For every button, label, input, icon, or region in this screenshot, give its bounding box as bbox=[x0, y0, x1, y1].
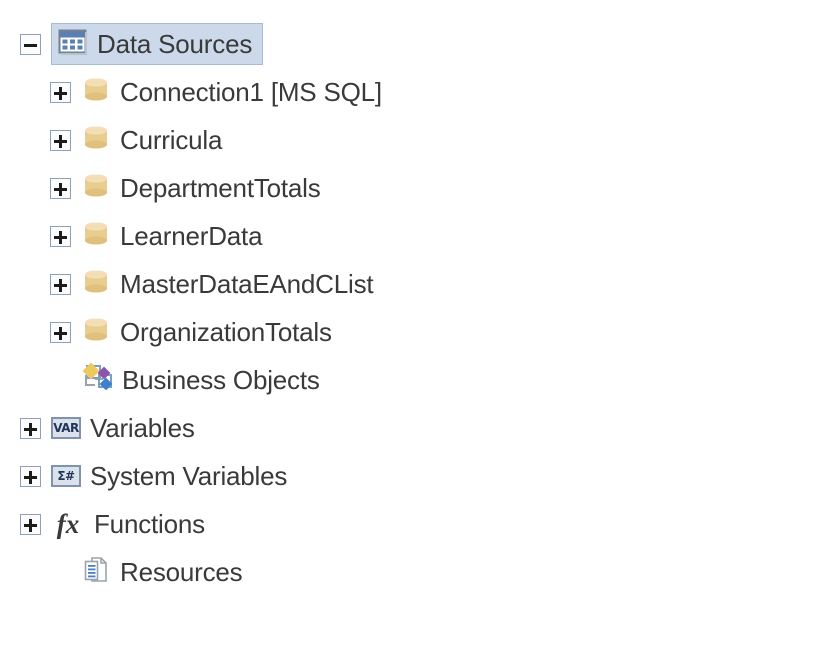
tree-label-masterdataeandclist: MasterDataEAndCList bbox=[120, 269, 374, 299]
tree-label-departmenttotals: DepartmentTotals bbox=[120, 173, 321, 203]
tree-label-learnerdata: LearnerData bbox=[120, 221, 263, 251]
tree-label-connection1: Connection1 [MS SQL] bbox=[120, 77, 382, 107]
tree-row-learnerdata[interactable]: LearnerData bbox=[0, 212, 826, 260]
expand-toggle-departmenttotals[interactable] bbox=[50, 177, 71, 199]
tree-label-business-objects: Business Objects bbox=[122, 365, 320, 395]
var-badge-icon: VAR bbox=[51, 417, 81, 439]
expand-toggle-curricula[interactable] bbox=[50, 129, 71, 151]
tree-label-data-sources: Data Sources bbox=[97, 29, 253, 59]
expand-toggle-connection1[interactable] bbox=[50, 81, 71, 103]
expand-toggle-organizationtotals[interactable] bbox=[50, 321, 71, 343]
expand-toggle-functions[interactable] bbox=[20, 513, 41, 535]
expander-placeholder bbox=[50, 370, 71, 391]
expand-toggle-system-variables[interactable] bbox=[20, 465, 41, 487]
tree-row-variables[interactable]: VAR Variables bbox=[0, 404, 826, 452]
database-cylinder-icon bbox=[81, 75, 111, 110]
tree-row-business-objects[interactable]: Business Objects bbox=[0, 356, 826, 404]
tree-label-organizationtotals: OrganizationTotals bbox=[120, 317, 332, 347]
tree-row-curricula[interactable]: Curricula bbox=[0, 116, 826, 164]
tree-item-data-sources-selected[interactable]: Data Sources bbox=[51, 23, 264, 65]
tree-row-functions[interactable]: fx Functions bbox=[0, 500, 826, 548]
documents-icon bbox=[81, 555, 111, 590]
tree-label-resources: Resources bbox=[120, 557, 243, 587]
database-cylinder-icon bbox=[81, 219, 111, 254]
database-cylinder-icon bbox=[81, 267, 111, 302]
expander-placeholder bbox=[50, 562, 71, 583]
database-cylinder-icon bbox=[81, 171, 111, 206]
sigma-hash-badge-icon: Σ# bbox=[51, 465, 81, 487]
database-cylinder-icon bbox=[81, 315, 111, 350]
tree-row-resources[interactable]: Resources bbox=[0, 548, 826, 596]
tree-label-curricula: Curricula bbox=[120, 125, 223, 155]
table-grid-icon bbox=[58, 28, 88, 61]
collapse-toggle-data-sources[interactable] bbox=[20, 33, 41, 55]
business-objects-diagram-icon bbox=[81, 362, 113, 398]
tree-label-variables: Variables bbox=[90, 413, 195, 443]
expand-toggle-variables[interactable] bbox=[20, 417, 41, 439]
tree-row-connection1[interactable]: Connection1 [MS SQL] bbox=[0, 68, 826, 116]
tree-label-system-variables: System Variables bbox=[90, 461, 288, 491]
tree-row-organizationtotals[interactable]: OrganizationTotals bbox=[0, 308, 826, 356]
tree-label-functions: Functions bbox=[94, 509, 205, 539]
expand-toggle-masterdataeandclist[interactable] bbox=[50, 273, 71, 295]
tree-row-system-variables[interactable]: Σ# System Variables bbox=[0, 452, 826, 500]
data-explorer-tree: Data Sources Connection1 [MS SQL] Curric bbox=[0, 0, 826, 646]
expand-toggle-learnerdata[interactable] bbox=[50, 225, 71, 247]
tree-row-masterdataeandclist[interactable]: MasterDataEAndCList bbox=[0, 260, 826, 308]
tree-row-departmenttotals[interactable]: DepartmentTotals bbox=[0, 164, 826, 212]
database-cylinder-icon bbox=[81, 123, 111, 158]
fx-icon: fx bbox=[56, 508, 80, 539]
tree-row-data-sources[interactable]: Data Sources bbox=[0, 20, 826, 68]
